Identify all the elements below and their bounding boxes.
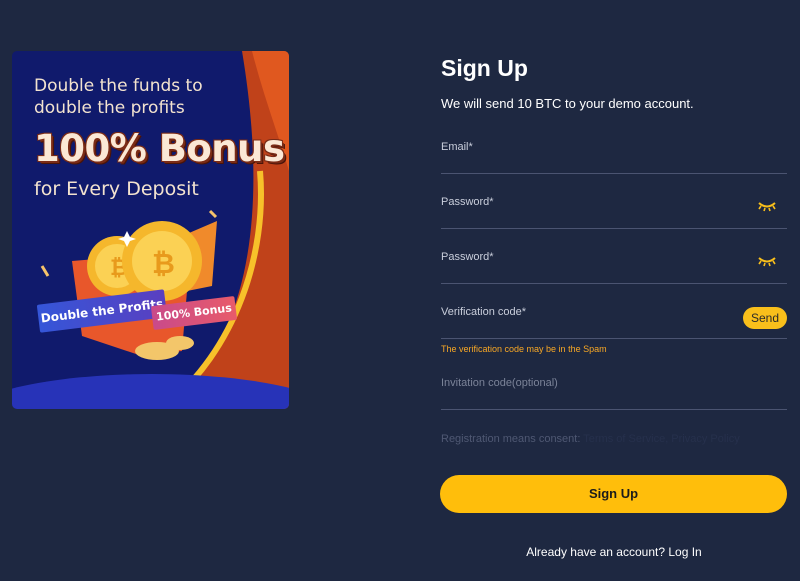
eye-closed-icon[interactable] (757, 198, 777, 212)
page-subtitle: We will send 10 BTC to your demo account… (441, 96, 694, 111)
confirm-password-field[interactable]: Password* (441, 229, 787, 284)
invitation-code-placeholder: Invitation code(optional) (441, 377, 558, 389)
promo-subtext: for Every Deposit (34, 178, 199, 200)
promo-headline-line1: Double the funds to (34, 76, 203, 96)
promo-banner: ₿ ₿ Double the funds to double the profi… (12, 51, 289, 409)
email-field[interactable]: Email* (441, 119, 787, 174)
verification-code-field[interactable]: Verification code* Send (441, 284, 787, 339)
email-placeholder: Email* (441, 141, 473, 153)
verification-code-placeholder: Verification code* (441, 306, 526, 318)
promo-headline-line2: double the profits (34, 98, 185, 118)
log-in-link[interactable]: Log In (668, 545, 701, 559)
login-prompt-text: Already have an account? (526, 545, 666, 559)
svg-text:₿: ₿ (152, 247, 175, 280)
spam-hint: The verification code may be in the Spam (441, 344, 607, 354)
send-code-button[interactable]: Send (743, 307, 787, 329)
consent-label: Registration means consent: (441, 433, 581, 445)
consent-links[interactable]: Terms of Service, Privacy Policy (583, 433, 739, 445)
consent-text: Registration means consent: Terms of Ser… (441, 433, 740, 445)
login-prompt: Already have an account? Log In (441, 545, 787, 559)
invitation-code-field[interactable]: Invitation code(optional) (441, 355, 787, 410)
password-field[interactable]: Password* (441, 174, 787, 229)
page-title: Sign Up (441, 55, 528, 81)
eye-closed-icon[interactable] (757, 253, 777, 267)
promo-bonus-text: 100% Bonus (34, 127, 285, 170)
promo-headline: Double the funds to double the profits (34, 75, 203, 119)
sign-up-button[interactable]: Sign Up (440, 475, 787, 513)
password-placeholder: Password* (441, 196, 494, 208)
confirm-password-placeholder: Password* (441, 251, 494, 263)
